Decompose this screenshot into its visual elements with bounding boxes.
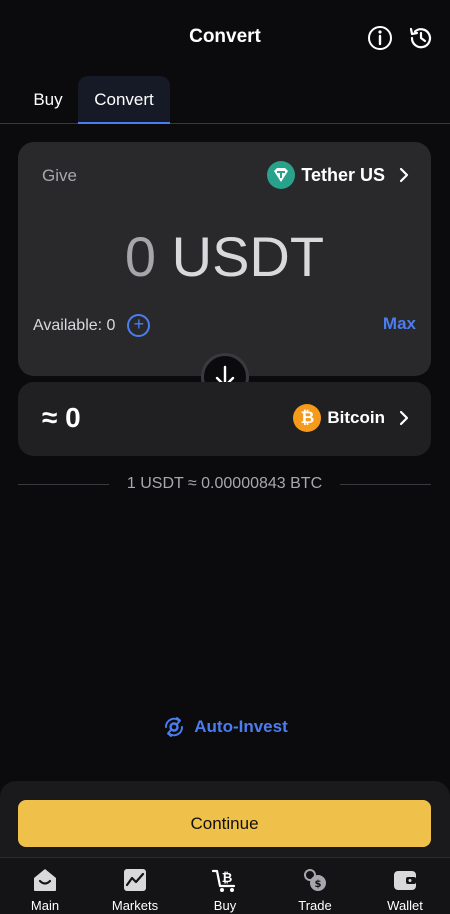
auto-invest-icon [165, 717, 184, 737]
exchange-rate-text: 1 USDT ≈ 0.00000843 BTC [126, 475, 323, 492]
give-amount-unit: USDT [171, 225, 325, 288]
home-icon [34, 869, 56, 891]
auto-invest-label: Auto-Invest [194, 717, 288, 736]
nav-label-buy: Buy [213, 898, 237, 913]
continue-button[interactable]: Continue [18, 800, 431, 847]
trade-icon: $ [304, 869, 326, 891]
app-header: Convert [0, 0, 450, 76]
divider [18, 483, 109, 485]
available-balance: Available: 0 + [33, 314, 151, 337]
nav-label-trade: Trade [298, 898, 332, 913]
nav-item-main[interactable]: Main [0, 858, 90, 914]
chevron-right-icon [399, 167, 409, 183]
wallet-icon [394, 871, 416, 890]
nav-item-trade[interactable]: $ Trade [270, 858, 360, 914]
nav-label-markets: Markets [111, 898, 159, 913]
auto-invest-link[interactable]: Auto-Invest [0, 715, 450, 739]
give-amount-value: 0 [124, 225, 157, 288]
tab-buy[interactable]: Buy [18, 76, 78, 123]
give-asset-name: Tether US [301, 164, 385, 185]
cart-icon: ₿ [211, 869, 236, 892]
give-asset-selector[interactable]: Tether US [267, 160, 413, 190]
give-amount[interactable]: 0 USDT [18, 224, 431, 289]
nav-item-buy[interactable]: ₿ Buy [180, 858, 270, 914]
plus-icon[interactable]: + [127, 314, 151, 337]
get-asset-selector[interactable]: ₿ Bitcoin [293, 404, 413, 432]
tether-icon [267, 161, 296, 189]
get-asset-name: Bitcoin [327, 408, 385, 427]
tab-convert[interactable]: Convert [78, 76, 170, 124]
exchange-rate: 1 USDT ≈ 0.00000843 BTC [18, 474, 432, 494]
nav-item-markets[interactable]: Markets [90, 858, 180, 914]
max-button[interactable]: Max [383, 314, 416, 334]
nav-item-wallet[interactable]: Wallet [360, 858, 450, 914]
available-label: Available: 0 [33, 316, 116, 334]
give-card: Give Tether US 0 USDT Available: 0 + Max [18, 142, 431, 376]
divider [340, 483, 432, 485]
svg-text:$: $ [315, 879, 322, 890]
nav-label-main: Main [30, 898, 60, 913]
info-icon[interactable] [366, 24, 394, 52]
tab-bar: Buy Convert [0, 76, 450, 124]
get-card: ≈ 0 ₿ Bitcoin [18, 382, 431, 456]
history-icon[interactable] [407, 24, 435, 52]
nav-label-wallet: Wallet [387, 898, 423, 913]
chart-icon [124, 869, 146, 891]
get-amount: ≈ 0 [42, 402, 81, 433]
bottom-nav: Main Markets ₿ Buy $ Trade Wallet [0, 857, 450, 914]
chevron-right-icon [399, 410, 409, 426]
bitcoin-icon: ₿ [293, 404, 322, 432]
give-label: Give [42, 166, 77, 185]
action-panel: Continue [0, 781, 450, 857]
svg-text:₿: ₿ [222, 871, 233, 886]
